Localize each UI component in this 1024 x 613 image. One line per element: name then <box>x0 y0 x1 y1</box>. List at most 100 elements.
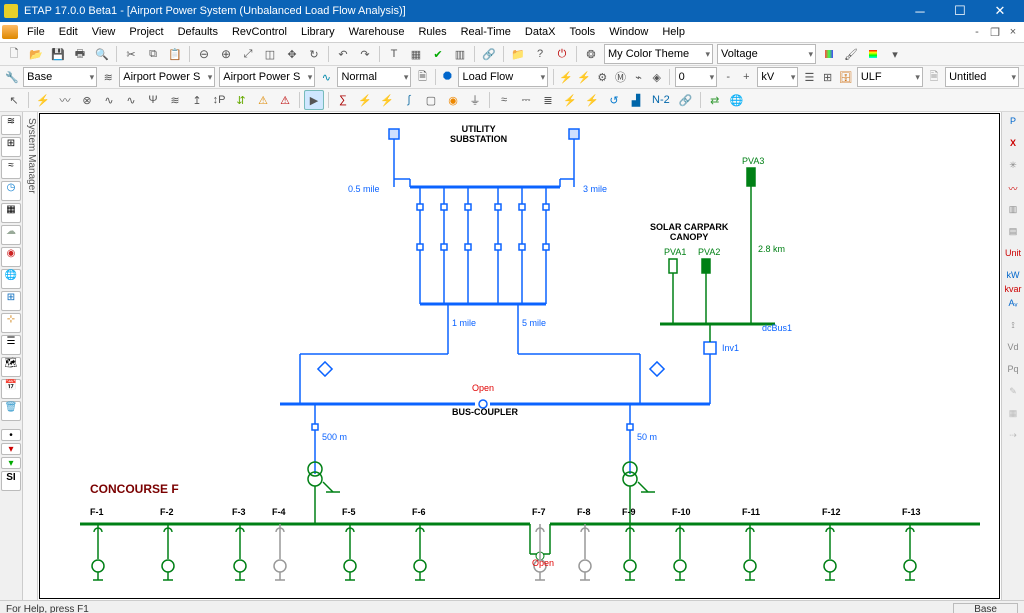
dc-icon[interactable]: ⎓ <box>516 90 536 110</box>
r-chart-icon[interactable]: ▥ <box>1004 204 1022 222</box>
case-icon[interactable]: 🗄 <box>838 67 854 87</box>
menu-revcontrol[interactable]: RevControl <box>225 24 294 40</box>
fileopen-icon[interactable]: 📁 <box>508 44 528 64</box>
menu-project[interactable]: Project <box>122 24 170 40</box>
refresh-icon[interactable]: ↻ <box>304 44 324 64</box>
bolt-icon[interactable]: ⚡ <box>558 67 574 87</box>
chart-icon[interactable]: ▟ <box>626 90 646 110</box>
menu-window[interactable]: Window <box>602 24 655 40</box>
r-pq[interactable]: Pq <box>1004 364 1022 382</box>
text-icon[interactable]: T <box>384 44 404 64</box>
color-bars-icon[interactable] <box>819 44 839 64</box>
r-p-icon[interactable]: P <box>1004 116 1022 134</box>
bolt7-icon[interactable]: ⚡ <box>582 90 602 110</box>
new-icon[interactable]: 🗋 <box>4 44 24 64</box>
menu-library[interactable]: Library <box>294 24 342 40</box>
rainbow-icon[interactable] <box>863 44 883 64</box>
menu-tools[interactable]: Tools <box>563 24 603 40</box>
r-star-icon[interactable]: ✳ <box>1004 160 1022 178</box>
branch-icon[interactable]: Ψ <box>143 90 163 110</box>
grid-icon[interactable]: ▦ <box>406 44 426 64</box>
menu-defaults[interactable]: Defaults <box>171 24 225 40</box>
gear-icon[interactable]: ⚙ <box>594 67 610 87</box>
sine-icon[interactable]: ∿ <box>99 90 119 110</box>
palette-icon[interactable]: ▥ <box>450 44 470 64</box>
r-vd[interactable]: Vd <box>1004 342 1022 360</box>
p-icon[interactable]: ↕P <box>209 90 229 110</box>
ground-icon[interactable]: ⏚ <box>465 90 485 110</box>
check-icon[interactable]: ✔ <box>428 44 448 64</box>
link-icon[interactable]: 🔗 <box>479 44 499 64</box>
theme-icon[interactable]: ❂ <box>581 44 601 64</box>
curve-icon[interactable]: ∫ <box>399 90 419 110</box>
dock-net-icon[interactable]: ≋ <box>1 115 21 135</box>
minus-icon[interactable]: - <box>720 67 736 87</box>
run-icon[interactable]: ▶ <box>304 90 324 110</box>
dock-map-icon[interactable]: 🗺 <box>1 357 21 377</box>
print-icon[interactable]: 🖶 <box>70 44 90 64</box>
pan-icon[interactable]: ✥ <box>282 44 302 64</box>
link2-icon[interactable]: 🔗 <box>676 90 696 110</box>
r-kvar[interactable]: kvar <box>1004 284 1022 294</box>
dock-tree-icon[interactable]: ⊹ <box>1 313 21 333</box>
n2-button[interactable]: N-2 <box>648 90 674 110</box>
dock-sched-icon[interactable]: ☰ <box>1 335 21 355</box>
wrench-icon[interactable]: 🔧 <box>4 67 20 87</box>
doc-icon[interactable]: 🗎 <box>414 67 430 87</box>
wave2-icon[interactable]: ≋ <box>165 90 185 110</box>
base-combo[interactable]: Base <box>23 67 97 87</box>
menu-help[interactable]: Help <box>655 24 692 40</box>
cube-icon[interactable]: ⯃ <box>439 67 455 87</box>
loop-icon[interactable]: ↺ <box>604 90 624 110</box>
dock-red-icon[interactable]: ◉ <box>1 247 21 267</box>
color-theme-combo[interactable]: My Color Theme <box>604 44 713 64</box>
copy-icon[interactable]: ⧉ <box>143 44 163 64</box>
kv-combo[interactable]: kV <box>757 67 798 87</box>
globe-icon[interactable]: 🌐 <box>727 90 747 110</box>
power-icon[interactable]: ⏻ <box>552 44 572 64</box>
menu-file[interactable]: File <box>20 24 52 40</box>
preview-icon[interactable]: 🔍 <box>92 44 112 64</box>
source-icon[interactable]: ⊗ <box>77 90 97 110</box>
dock-clock-icon[interactable]: ◷ <box>1 181 21 201</box>
warn-icon[interactable]: ⚠ <box>253 90 273 110</box>
arrow-icon[interactable]: ↖ <box>4 90 24 110</box>
menu-warehouse[interactable]: Warehouse <box>342 24 412 40</box>
menu-edit[interactable]: Edit <box>52 24 85 40</box>
zoom-area-icon[interactable]: ◫ <box>260 44 280 64</box>
cut-icon[interactable]: ✂ <box>121 44 141 64</box>
r-bars-icon[interactable]: ▤ <box>1004 226 1022 244</box>
gis-icon[interactable]: ⇄ <box>705 90 725 110</box>
dock-small3-icon[interactable]: ▾ <box>1 457 21 469</box>
r-unit[interactable]: Unit <box>1004 248 1022 266</box>
redo-icon[interactable]: ↷ <box>355 44 375 64</box>
r-av[interactable]: Aᵥ <box>1004 298 1022 316</box>
voltage-combo[interactable]: Voltage <box>717 44 816 64</box>
wave-icon[interactable]: ∿ <box>318 67 334 87</box>
menu-view[interactable]: View <box>85 24 123 40</box>
untitled-combo[interactable]: Untitled <box>945 67 1019 87</box>
system-manager-tab[interactable]: System Manager <box>23 112 38 600</box>
orange-icon[interactable]: ◉ <box>443 90 463 110</box>
system2-combo[interactable]: Airport Power S <box>219 67 315 87</box>
doc2-icon[interactable]: 🗎 <box>926 67 942 87</box>
dropdown-icon[interactable]: ▾ <box>885 44 905 64</box>
dock-bin-icon[interactable]: 🗑 <box>1 401 21 421</box>
dock-small1-icon[interactable]: • <box>1 429 21 441</box>
dock-calc-icon[interactable]: 📅 <box>1 379 21 399</box>
r-grid-icon[interactable]: ▦ <box>1004 408 1022 426</box>
ulf-combo[interactable]: ULF <box>857 67 923 87</box>
help-icon[interactable]: ? <box>530 44 550 64</box>
dock-cloud-icon[interactable]: ☁ <box>1 225 21 245</box>
ac-icon[interactable]: ≈ <box>494 90 514 110</box>
r-sym-icon[interactable]: ⟟ <box>1004 320 1022 338</box>
mdi-min[interactable]: - <box>968 26 986 39</box>
paste-icon[interactable]: 📋 <box>165 44 185 64</box>
dock-si-icon[interactable]: SI <box>1 471 21 491</box>
r-x-icon[interactable]: X <box>1004 138 1022 156</box>
bolt3-icon[interactable]: ⚡ <box>33 90 53 110</box>
close-button[interactable]: ✕ <box>980 3 1020 19</box>
dock-res-icon[interactable]: ≈ <box>1 159 21 179</box>
brush-icon[interactable]: 🖌 <box>841 44 861 64</box>
plus-icon[interactable]: + <box>738 67 754 87</box>
